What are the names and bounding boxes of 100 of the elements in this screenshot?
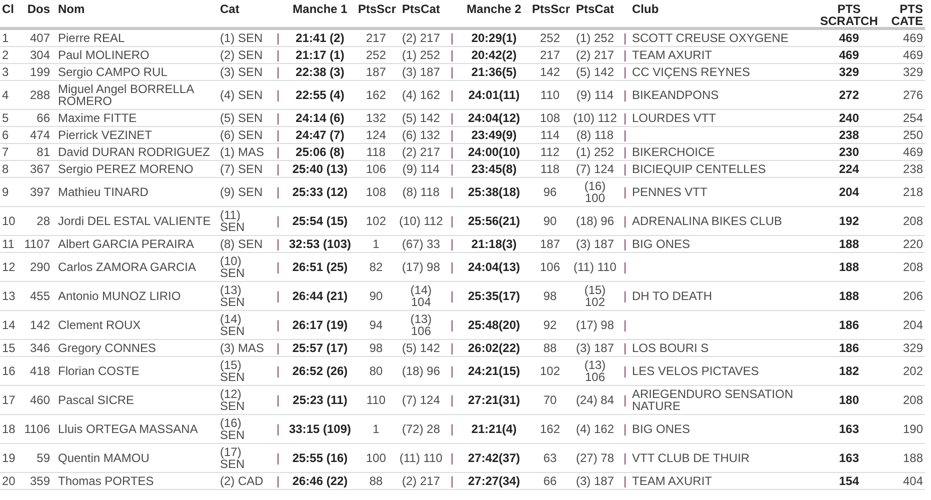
total-scratch-points: 163: [838, 452, 860, 464]
rider-name: Florian COSTE: [58, 365, 140, 377]
run-time: 26:51 (25): [292, 261, 348, 273]
rider-name: Sergio PEREZ MORENO: [58, 163, 194, 175]
rank-cell: 8: [2, 163, 9, 175]
bib-number: 455: [30, 290, 50, 302]
scratch-points: 80: [369, 365, 383, 377]
category-points: (5) 142: [402, 112, 440, 124]
total-scratch-points: 182: [838, 365, 860, 377]
run-time: 20:42(2): [471, 49, 517, 61]
scratch-points: 92: [543, 319, 557, 331]
rank-cell: 18: [2, 423, 16, 435]
run-time: 22:55 (4): [296, 89, 344, 101]
category-points: (5) 142: [576, 66, 614, 78]
rank-cell: 13: [2, 290, 16, 302]
run-time: 26:17 (19): [292, 319, 348, 331]
rank-cell: 7: [2, 146, 9, 158]
category-points: (67) 33: [402, 238, 440, 250]
scratch-points: 88: [543, 342, 557, 354]
club-name: TEAM AXURIT: [632, 49, 712, 61]
category-points: (3) 187: [576, 475, 614, 487]
rider-name: Miguel Angel BORRELLA ROMERO: [58, 83, 195, 107]
total-scratch-points: 163: [838, 423, 860, 435]
total-category-points: 206: [902, 290, 923, 302]
category-rank: (13) SEN: [220, 284, 246, 308]
run-time: 24:47 (7): [296, 129, 344, 141]
run-time: 21:17 (1): [296, 49, 344, 61]
run-time: 27:21(31): [468, 394, 520, 406]
divider-mark: |: [276, 215, 280, 227]
rank-cell: 11: [2, 238, 14, 250]
category-points: (27) 78: [576, 452, 614, 464]
bib-number: 367: [30, 163, 50, 175]
run-time: 23:45(8): [471, 163, 517, 175]
total-category-points: 276: [902, 89, 923, 101]
run-time: 21:18(3): [471, 238, 517, 250]
category-points: (6) 132: [402, 129, 440, 141]
column-header: Cl: [2, 3, 14, 15]
bib-number: 359: [30, 475, 50, 487]
bib-number: 418: [30, 365, 50, 377]
total-category-points: 220: [902, 238, 923, 250]
run-time: 26:44 (21): [292, 290, 348, 302]
bib-number: 1106: [24, 423, 50, 435]
bib-number: 81: [36, 146, 50, 158]
total-scratch-points: 238: [838, 129, 860, 141]
divider-mark: |: [623, 32, 627, 44]
category-rank: (14) SEN: [220, 313, 246, 337]
run-time: 26:46 (22): [292, 475, 348, 487]
divider-mark: |: [450, 32, 454, 44]
rider-name: Clement ROUX: [58, 319, 141, 331]
divider-mark: |: [623, 365, 627, 377]
category-points: (72) 28: [402, 423, 440, 435]
rank-cell: 5: [2, 112, 9, 124]
scratch-points: 108: [540, 112, 560, 124]
category-points: (3) 187: [576, 238, 614, 250]
divider-mark: |: [450, 452, 454, 464]
category-rank: (11) SEN: [220, 209, 246, 233]
scratch-points: 187: [540, 238, 560, 250]
category-rank: (15) SEN: [220, 359, 246, 383]
scratch-points: 162: [366, 89, 386, 101]
total-category-points: 204: [902, 319, 923, 331]
club-name: PENNES VTT: [632, 186, 708, 198]
rider-name: Gregory CONNES: [58, 342, 156, 354]
divider-mark: |: [450, 342, 454, 354]
rider-name: Mathieu TINARD: [58, 186, 148, 198]
bib-number: 28: [36, 215, 50, 227]
divider-mark: |: [450, 238, 454, 250]
scratch-points: 252: [540, 32, 560, 44]
category-rank: (9) SEN: [220, 186, 263, 198]
total-category-points: 469: [902, 32, 923, 44]
category-points: (24) 84: [576, 394, 614, 406]
rank-cell: 9: [2, 186, 9, 198]
rank-cell: 10: [2, 215, 16, 227]
bib-number: 397: [30, 186, 50, 198]
rider-name: Pascal SICRE: [58, 394, 134, 406]
divider-mark: |: [450, 365, 454, 377]
rider-name: Lluis ORTEGA MASSANA: [58, 423, 198, 435]
run-time: 22:38 (3): [296, 66, 344, 78]
total-scratch-points: 230: [838, 146, 860, 158]
category-points: (18) 96: [576, 215, 614, 227]
bib-number: 66: [36, 112, 50, 124]
category-points: (2) 217: [402, 146, 440, 158]
divider-mark: |: [276, 261, 280, 273]
rank-cell: 14: [2, 319, 16, 331]
category-points: (9) 114: [576, 89, 614, 101]
bib-number: 460: [30, 394, 50, 406]
rank-cell: 12: [2, 261, 16, 273]
divider-mark: |: [450, 423, 454, 435]
category-points: (11) 110: [574, 261, 616, 273]
club-name: LES VELOS PICTAVES: [632, 365, 759, 377]
scratch-points: 112: [540, 146, 560, 158]
divider-mark: |: [276, 112, 280, 124]
scratch-points: 1: [372, 423, 380, 435]
divider-mark: |: [623, 215, 627, 227]
bib-number: 407: [30, 32, 50, 44]
category-rank: (3) SEN: [220, 66, 263, 78]
scratch-points: 106: [366, 163, 386, 175]
run-time: 21:36(5): [471, 66, 517, 78]
rank-cell: 3: [2, 66, 9, 78]
scratch-points: 63: [543, 452, 557, 464]
divider-mark: |: [623, 129, 627, 141]
